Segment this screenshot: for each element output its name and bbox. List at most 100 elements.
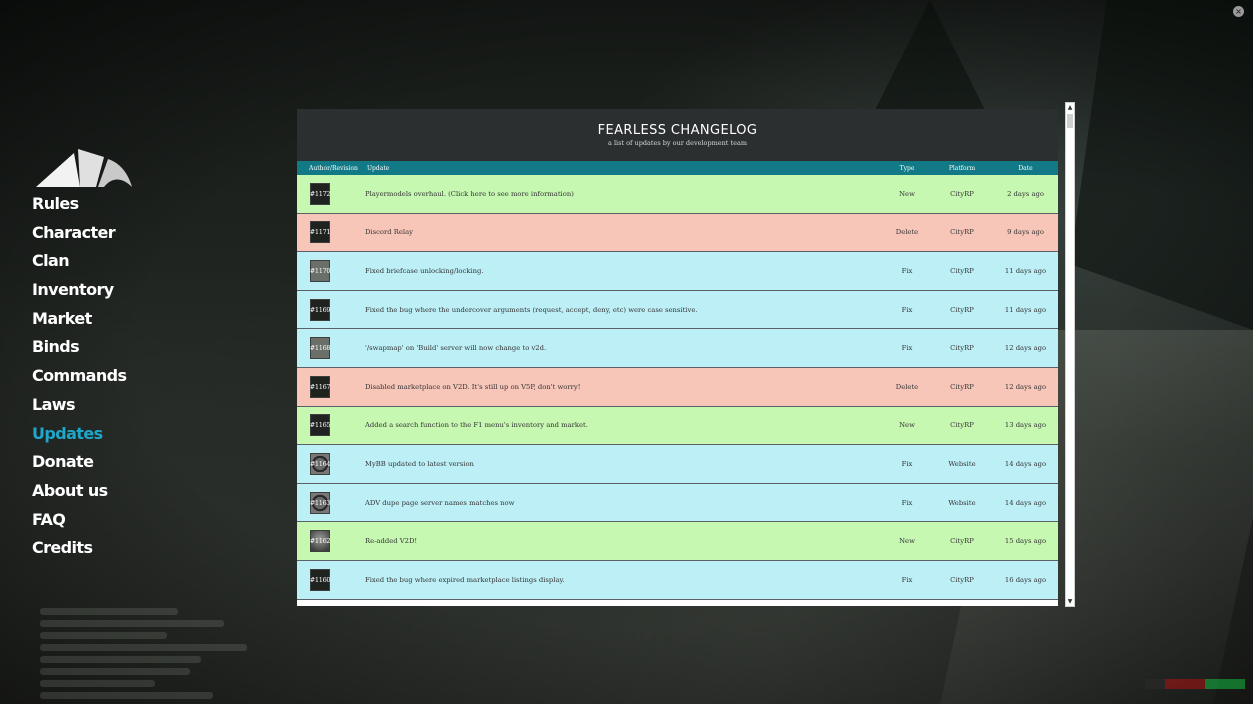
cell-type: Delete — [895, 382, 919, 391]
table-row[interactable]: #1167 Disabled marketplace on V2D. It's s… — [297, 367, 1058, 407]
scroll-thumb[interactable] — [1067, 114, 1073, 128]
avatar: #1171 — [310, 221, 331, 244]
column-header-date: Date — [1018, 164, 1033, 172]
cell-date: 11 days ago — [1004, 266, 1047, 275]
changelog-header: FEARLESS CHANGELOG a list of updates by … — [297, 109, 1058, 161]
avatar: #1167 — [310, 375, 331, 398]
table-row[interactable]: #1170 Fixed briefcase unlocking/locking. F… — [297, 252, 1058, 291]
cell-update: Added a search function to the F1 menu's… — [365, 421, 588, 430]
cell-author: #1165 — [297, 414, 363, 437]
cell-update: Disabled marketplace on V2D. It's still … — [365, 382, 581, 391]
avatar: #1160 — [310, 568, 331, 591]
cell-type: Fix — [901, 305, 913, 314]
cell-author: #1170 — [297, 259, 363, 282]
avatar: #1164 — [310, 452, 331, 475]
chevron-up-icon[interactable]: ▲ — [1066, 103, 1074, 112]
cell-type: Fix — [901, 575, 913, 584]
cell-author: #1168 — [297, 337, 363, 360]
cell-author: #1169 — [297, 298, 363, 321]
cell-platform: CityRP — [950, 344, 974, 353]
cell-platform: CityRP — [950, 382, 974, 391]
cell-update: MyBB updated to latest version — [365, 459, 474, 468]
sidebar-item-rules[interactable]: Rules — [32, 190, 126, 219]
cell-author: #1172 — [297, 182, 363, 205]
page-title: FEARLESS CHANGELOG — [597, 123, 758, 138]
avatar: #1163 — [310, 491, 331, 514]
cell-update: Fixed the bug where expired marketplace … — [365, 575, 565, 584]
sidebar-item-binds[interactable]: Binds — [32, 333, 126, 362]
sidebar-item-clan[interactable]: Clan — [32, 247, 126, 276]
cell-date: 12 days ago — [1004, 344, 1047, 353]
column-header-author: Author/Revision — [309, 164, 358, 172]
chevron-down-icon[interactable]: ▼ — [1066, 597, 1074, 606]
table-row[interactable]: #1164 MyBB updated to latest version Fix We… — [297, 445, 1058, 484]
changelog-rows: #1172 Playermodels overhaul. (Click here … — [297, 175, 1058, 600]
table-row[interactable]: #1162 Re-added V2D! New CityRP 15 days ago — [297, 522, 1058, 561]
cell-update: Re-added V2D! — [365, 537, 418, 546]
avatar: #1172 — [310, 182, 331, 205]
cell-type: Delete — [895, 228, 919, 237]
sidebar-item-commands[interactable]: Commands — [32, 362, 127, 391]
avatar: #1165 — [310, 414, 331, 437]
cell-date: 14 days ago — [1004, 498, 1047, 507]
cell-platform: CityRP — [950, 305, 974, 314]
cell-author: #1164 — [297, 452, 363, 475]
cell-date: 13 days ago — [1004, 421, 1047, 430]
table-row[interactable]: #1160 Fixed the bug where expired marketp… — [297, 560, 1058, 600]
cell-author: #1162 — [297, 530, 363, 553]
cell-type: Fix — [901, 459, 913, 468]
sidebar-item-inventory[interactable]: Inventory — [32, 276, 126, 305]
sidebar-item-market[interactable]: Market — [32, 305, 126, 334]
cell-date: 11 days ago — [1004, 305, 1047, 314]
sidebar-item-character[interactable]: Character — [32, 219, 126, 248]
table-row[interactable]: #1172 Playermodels overhaul. (Click here … — [297, 175, 1058, 214]
table-row[interactable]: #1169 Fixed the bug where the undercover … — [297, 290, 1058, 330]
sidebar-item-updates[interactable]: Updates — [32, 420, 126, 449]
cell-date: 9 days ago — [1007, 228, 1044, 237]
hud-status-bar — [1145, 679, 1245, 689]
sidebar-item-faq[interactable]: FAQ — [32, 506, 126, 535]
sidebar-item-laws[interactable]: Laws — [32, 391, 126, 420]
table-row[interactable]: #1165 Added a search function to the F1 m… — [297, 406, 1058, 446]
cell-date: 15 days ago — [1004, 537, 1047, 546]
table-row[interactable]: #1168 '/swapmap' on 'Build' server will n… — [297, 329, 1058, 368]
avatar: #1170 — [310, 259, 331, 282]
cell-type: Fix — [901, 498, 913, 507]
cell-author: #1163 — [297, 491, 363, 514]
cell-platform: Website — [948, 459, 976, 468]
cell-platform: CityRP — [950, 575, 974, 584]
column-header-platform: Platform — [948, 164, 976, 172]
cell-update: Playermodels overhaul. (Click here to se… — [365, 189, 574, 198]
cell-type: New — [899, 421, 915, 430]
background-foliage — [1070, 0, 1253, 330]
close-icon[interactable]: × — [1233, 6, 1244, 17]
cell-update: Fixed briefcase unlocking/locking. — [365, 266, 484, 275]
avatar: #1162 — [310, 530, 331, 553]
cell-platform: CityRP — [950, 189, 974, 198]
cell-type: New — [899, 537, 915, 546]
cell-platform: CityRP — [950, 228, 974, 237]
fearless-wing-logo-icon — [36, 149, 132, 187]
cell-author: #1160 — [297, 568, 363, 591]
avatar: #1168 — [310, 337, 331, 360]
scrollbar[interactable]: ▲ ▼ — [1065, 102, 1075, 607]
page-subtitle: a list of updates by our development tea… — [608, 139, 747, 147]
cell-platform: CityRP — [950, 537, 974, 546]
sidebar-item-donate[interactable]: Donate — [32, 448, 126, 477]
cell-date: 14 days ago — [1004, 459, 1047, 468]
avatar: #1169 — [310, 298, 331, 321]
cell-platform: Website — [948, 498, 976, 507]
cell-type: New — [899, 189, 915, 198]
cell-author: #1167 — [297, 375, 363, 398]
table-row[interactable]: #1163 ADV dupe page server names matches … — [297, 483, 1058, 523]
cell-author: #1171 — [297, 221, 363, 244]
sidebar-item-credits[interactable]: Credits — [32, 534, 126, 563]
cell-platform: CityRP — [950, 421, 974, 430]
sidebar-item-about-us[interactable]: About us — [32, 477, 126, 506]
table-row[interactable]: #1171 Discord Relay Delete CityRP 9 days ago — [297, 213, 1058, 253]
column-header-type: Type — [899, 164, 915, 172]
cell-update: Discord Relay — [365, 228, 413, 237]
cell-update: '/swapmap' on 'Build' server will now ch… — [365, 344, 547, 353]
sidebar-nav: Rules Character Clan Inventory Market Bi… — [32, 190, 127, 563]
chat-log-blurred — [40, 608, 270, 704]
